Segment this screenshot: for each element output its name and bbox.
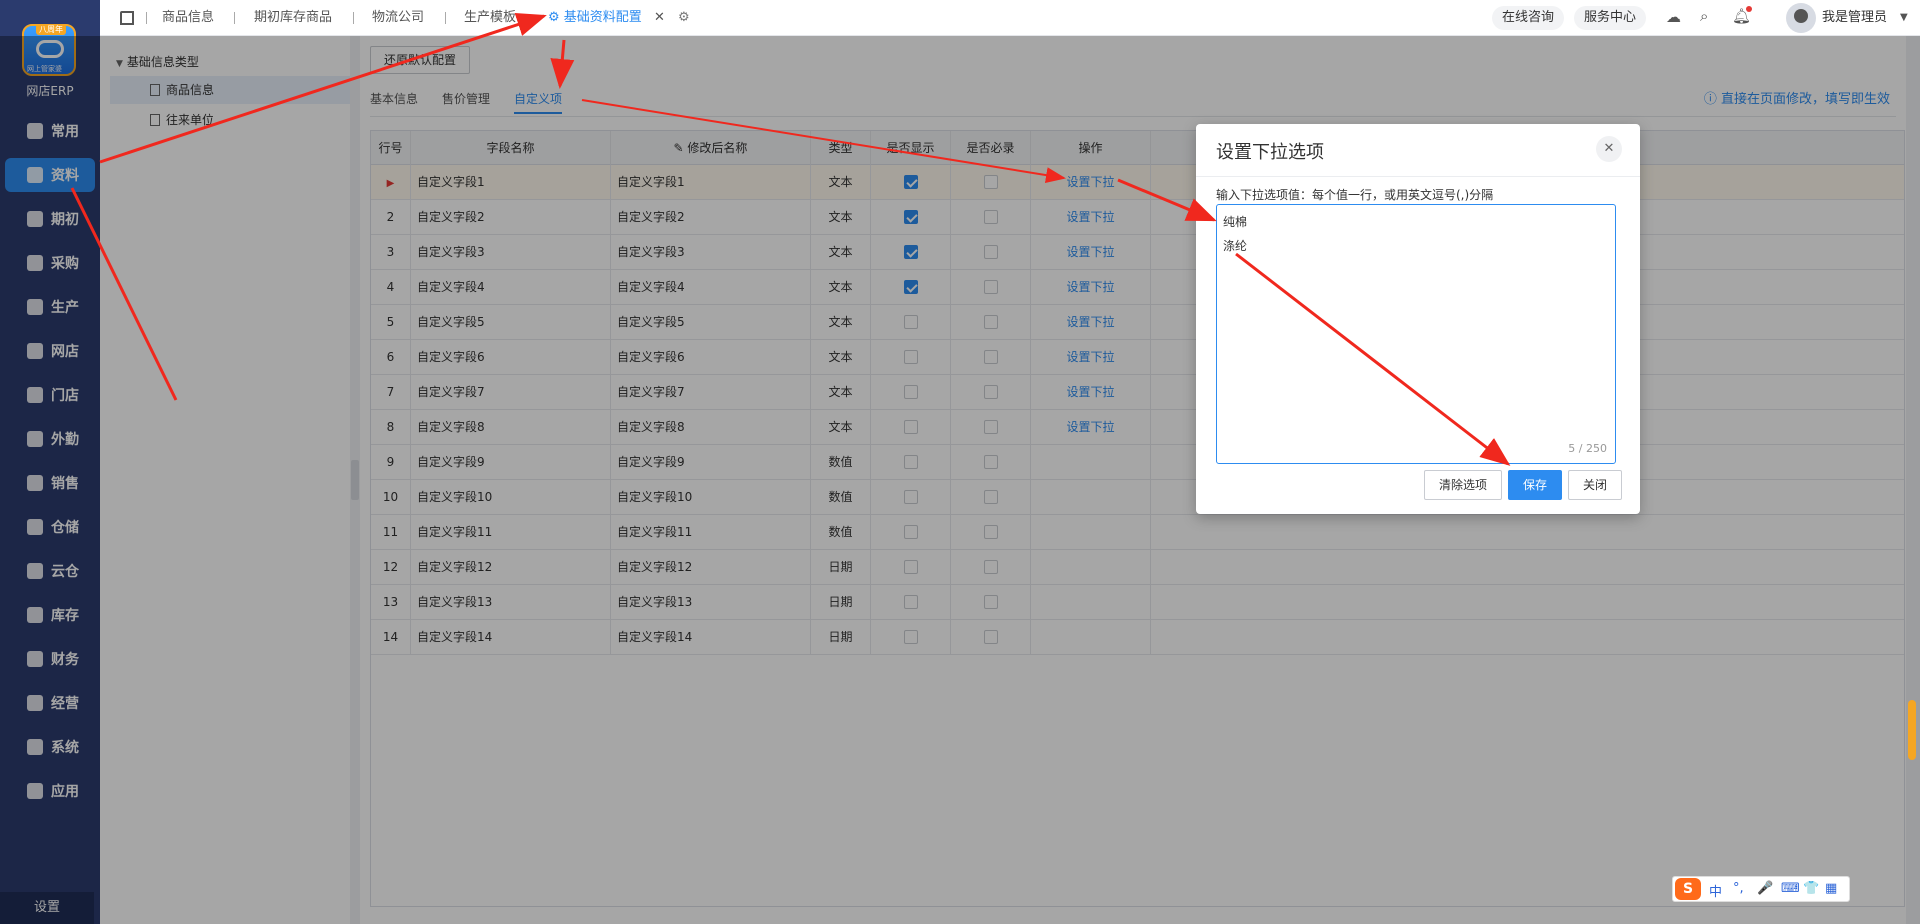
tab-separator	[445, 12, 446, 24]
options-textarea[interactable]: 纯棉 涤纶 5 / 250	[1216, 204, 1616, 464]
chevron-down-icon[interactable]: ▼	[1900, 0, 1908, 36]
tab-production-template[interactable]: 生产模板	[464, 0, 516, 36]
dialog-title: 设置下拉选项	[1216, 142, 1324, 163]
sogou-logo-icon: S	[1675, 878, 1701, 900]
option-line: 涤纶	[1223, 239, 1248, 253]
tab-product-info[interactable]: 商品信息	[162, 0, 214, 36]
cloud-download-icon[interactable]: ☁	[1666, 8, 1682, 26]
options-instruction: 输入下拉选项值：每个值一行，或用英文逗号(,)分隔	[1216, 188, 1494, 202]
dropdown-options-dialog: 设置下拉选项 ✕ 输入下拉选项值：每个值一行，或用英文逗号(,)分隔 纯棉 涤纶…	[1196, 124, 1640, 514]
keyboard-icon[interactable]: ⌨	[1781, 881, 1800, 896]
close-icon[interactable]: ✕	[1596, 136, 1622, 162]
online-consult-button[interactable]: 在线咨询	[1492, 6, 1565, 30]
top-bar: 商品信息 期初库存商品 物流公司 生产模板 ⚙ 基础资料配置 ✕ ⚙ 在线咨询 …	[100, 0, 1920, 36]
notification-dot	[1746, 6, 1752, 12]
avatar[interactable]	[1786, 3, 1816, 33]
service-center-button[interactable]: 服务中心	[1574, 6, 1647, 30]
microphone-icon[interactable]: 🎤	[1757, 881, 1773, 896]
dialog-divider	[1196, 176, 1640, 177]
close-tab-icon[interactable]: ✕	[654, 10, 665, 25]
user-name[interactable]: 我是管理员	[1822, 0, 1887, 36]
tab-separator	[353, 12, 354, 24]
tab-logistics[interactable]: 物流公司	[372, 0, 424, 36]
config-icon: ⚙	[548, 10, 564, 25]
ime-mode-chinese[interactable]: 中	[1709, 881, 1722, 900]
toolbox-icon[interactable]: ▦	[1825, 881, 1837, 896]
tab-opening-stock[interactable]: 期初库存商品	[254, 0, 332, 36]
tab-settings-gear-icon[interactable]: ⚙	[678, 0, 690, 36]
clear-options-button[interactable]: 清除选项	[1424, 470, 1502, 500]
search-icon[interactable]: ⌕	[1700, 7, 1716, 25]
skin-icon[interactable]: 👕	[1803, 881, 1819, 896]
home-icon[interactable]	[120, 11, 134, 25]
close-button[interactable]: 关闭	[1568, 470, 1622, 500]
tab-basic-config[interactable]: ⚙ 基础资料配置 ✕	[548, 0, 665, 36]
ime-punctuation-icon[interactable]: °,	[1733, 881, 1744, 896]
option-line: 纯棉	[1223, 215, 1248, 229]
page-scrollbar[interactable]	[1908, 700, 1916, 760]
logo-anniversary-tag: 八周年	[36, 24, 66, 35]
char-counter: 5 / 250	[1568, 442, 1607, 455]
ime-toolbar[interactable]: S 中 °, 🎤 ⌨ 👕 ▦	[1672, 876, 1850, 902]
tab-basic-config-label: 基础资料配置	[563, 10, 642, 25]
tab-separator	[234, 12, 235, 24]
tab-separator	[146, 12, 147, 24]
save-button[interactable]: 保存	[1508, 470, 1562, 500]
